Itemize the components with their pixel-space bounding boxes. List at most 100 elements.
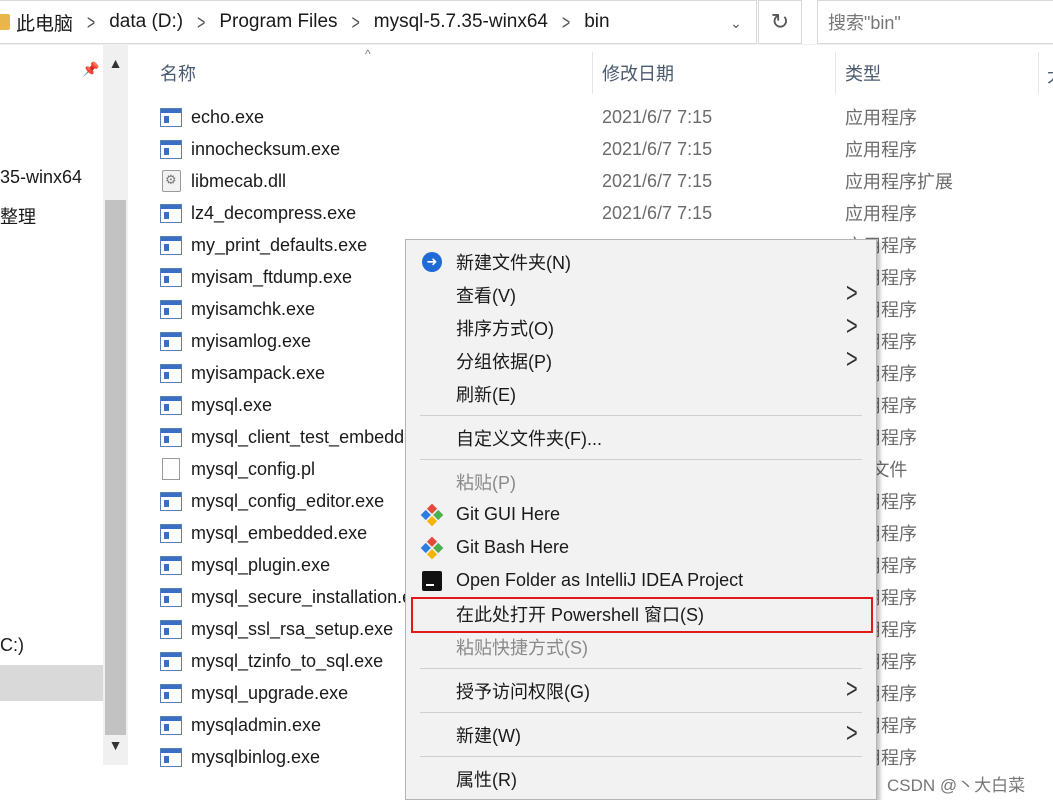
chevron-up-icon[interactable]: ▲	[103, 55, 128, 77]
breadcrumb-this-pc[interactable]: 此电脑	[16, 9, 73, 36]
exe-file-icon	[160, 235, 182, 255]
column-divider[interactable]	[592, 52, 593, 94]
file-name: echo.exe	[191, 106, 265, 127]
column-header-size[interactable]: 大	[1047, 62, 1053, 88]
chevron-right-icon[interactable]: >	[197, 10, 205, 34]
chevron-right-icon: >	[846, 718, 858, 750]
column-divider[interactable]	[1038, 52, 1039, 94]
nav-scrollbar[interactable]: ▲ ▼	[103, 45, 128, 765]
menu-item-label: 在此处打开 Powershell 窗口(S)	[456, 604, 705, 625]
exe-file-icon	[160, 523, 182, 543]
menu-item-refresh[interactable]: 刷新(E)	[406, 377, 876, 410]
scrollbar-thumb[interactable]	[105, 200, 126, 735]
new-folder-icon: ➜	[422, 252, 442, 272]
menu-item-label: 排序方式(O)	[456, 318, 554, 339]
menu-item-open-intellij[interactable]: Open Folder as IntelliJ IDEA Project	[406, 564, 876, 597]
menu-item-sort-by[interactable]: 排序方式(O) >	[406, 311, 876, 344]
chevron-right-icon: >	[846, 674, 858, 706]
chevron-right-icon[interactable]: >	[87, 10, 95, 34]
menu-item-label: Git GUI Here	[456, 504, 561, 524]
refresh-icon: ↻	[770, 9, 790, 34]
chevron-right-icon: >	[846, 311, 858, 343]
menu-item-label: 属性(R)	[456, 769, 517, 790]
chevron-down-icon[interactable]: ⌄	[716, 1, 756, 45]
nav-item-selected[interactable]	[0, 665, 103, 701]
chevron-down-icon[interactable]: ▼	[103, 737, 128, 759]
menu-item-label: 查看(V)	[456, 285, 516, 306]
column-divider[interactable]	[835, 52, 836, 94]
menu-item-label: 粘贴(P)	[456, 472, 516, 493]
file-row[interactable]: libmecab.dll 2021/6/7 7:15 应用程序扩展	[160, 165, 1053, 197]
exe-file-icon	[160, 427, 182, 447]
file-row[interactable]: innochecksum.exe 2021/6/7 7:15 应用程序	[160, 133, 1053, 165]
refresh-button[interactable]: ↻	[758, 0, 802, 44]
menu-item-git-bash[interactable]: Git Bash Here	[406, 531, 876, 564]
git-icon	[420, 536, 444, 560]
exe-file-icon	[160, 683, 182, 703]
text-file-icon	[162, 458, 180, 480]
exe-file-icon	[160, 203, 182, 223]
file-row[interactable]: echo.exe 2021/6/7 7:15 应用程序	[160, 101, 1053, 133]
menu-item-label: 分组依据(P)	[456, 351, 552, 372]
search-input[interactable]: 搜索"bin"	[817, 0, 1053, 44]
file-type: 应用程序扩展	[845, 172, 953, 192]
menu-item-customize-folder[interactable]: 自定义文件夹(F)...	[406, 421, 876, 454]
menu-item-open-powershell[interactable]: 在此处打开 Powershell 窗口(S)	[406, 597, 876, 630]
chevron-right-icon[interactable]: >	[352, 10, 360, 34]
chevron-right-icon: >	[846, 344, 858, 376]
breadcrumb-bin[interactable]: bin	[584, 11, 609, 33]
menu-item-paste[interactable]: 粘贴(P)	[406, 465, 876, 498]
menu-separator	[420, 668, 862, 669]
nav-item-organize[interactable]: 整理	[0, 203, 36, 229]
column-header-date[interactable]: 修改日期	[602, 52, 832, 94]
git-icon	[420, 503, 444, 527]
address-bar[interactable]: 此电脑 > data (D:) > Program Files > mysql-…	[0, 0, 757, 44]
menu-item-label: 新建文件夹(N)	[456, 252, 571, 273]
file-type: 应用程序	[845, 140, 917, 160]
exe-file-icon	[160, 107, 182, 127]
menu-item-group-by[interactable]: 分组依据(P) >	[406, 344, 876, 377]
watermark: CSDN @丶大白菜	[887, 776, 1026, 795]
menu-item-label: Open Folder as IntelliJ IDEA Project	[456, 570, 744, 590]
menu-item-label: Git Bash Here	[456, 537, 570, 557]
exe-file-icon	[160, 651, 182, 671]
exe-file-icon	[160, 363, 182, 383]
chevron-right-icon[interactable]: >	[562, 10, 570, 34]
column-header-type[interactable]: 类型	[845, 52, 1035, 94]
breadcrumb-program-files[interactable]: Program Files	[219, 11, 337, 33]
menu-separator	[420, 712, 862, 713]
menu-item-new-folder[interactable]: ➜ 新建文件夹(N)	[406, 245, 876, 278]
column-header-name[interactable]: 名称	[160, 52, 590, 94]
menu-item-label: 刷新(E)	[456, 384, 516, 405]
exe-file-icon	[160, 619, 182, 639]
intellij-icon	[420, 569, 444, 593]
exe-file-icon	[160, 299, 182, 319]
menu-separator	[420, 415, 862, 416]
menu-separator	[420, 459, 862, 460]
breadcrumb-drive[interactable]: data (D:)	[109, 11, 183, 33]
menu-separator	[420, 756, 862, 757]
menu-item-label: 新建(W)	[456, 725, 521, 746]
menu-item-properties[interactable]: 属性(R)	[406, 762, 876, 795]
menu-item-give-access[interactable]: 授予访问权限(G) >	[406, 674, 876, 707]
exe-file-icon	[160, 331, 182, 351]
menu-item-label: 授予访问权限(G)	[456, 681, 590, 702]
nav-item-mysql[interactable]: 35-winx64	[0, 167, 82, 188]
menu-item-view[interactable]: 查看(V) >	[406, 278, 876, 311]
exe-file-icon	[160, 587, 182, 607]
breadcrumb-mysql[interactable]: mysql-5.7.35-winx64	[374, 11, 548, 33]
exe-file-icon	[160, 139, 182, 159]
nav-item-c-drive[interactable]: C:)	[0, 635, 24, 656]
navigation-pane: 📌 35-winx64 整理 C:)	[0, 45, 103, 765]
exe-file-icon	[160, 267, 182, 287]
file-name: libmecab.dll	[191, 170, 287, 191]
dll-file-icon	[162, 170, 181, 192]
file-row[interactable]: lz4_decompress.exe 2021/6/7 7:15 应用程序	[160, 197, 1053, 229]
exe-file-icon	[160, 747, 182, 767]
file-date: 2021/6/7 7:15	[602, 138, 713, 159]
menu-item-paste-shortcut[interactable]: 粘贴快捷方式(S)	[406, 630, 876, 663]
menu-item-git-gui[interactable]: Git GUI Here	[406, 498, 876, 531]
exe-file-icon	[160, 715, 182, 735]
menu-item-new[interactable]: 新建(W) >	[406, 718, 876, 751]
pin-icon[interactable]: 📌	[82, 61, 99, 78]
